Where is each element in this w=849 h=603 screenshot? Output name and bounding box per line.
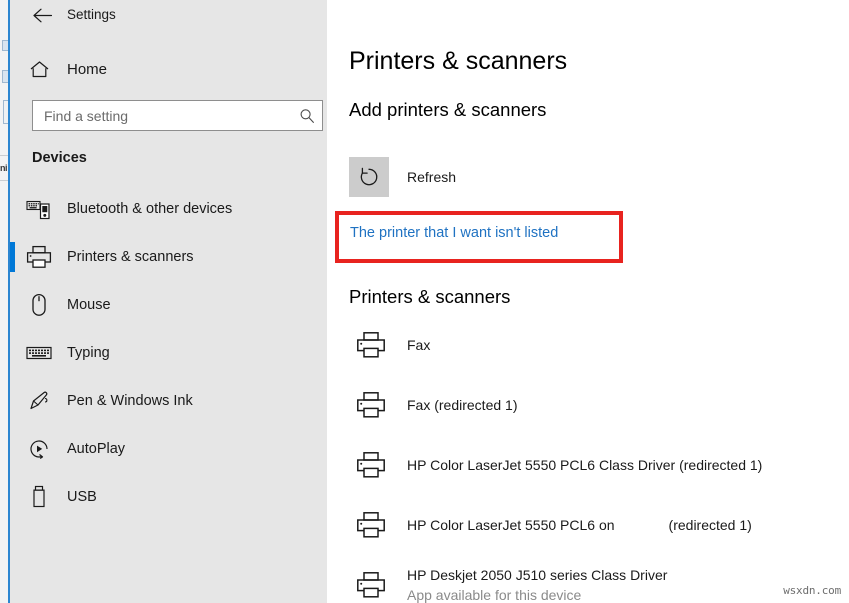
background-text: ni: [0, 163, 7, 173]
printer-name-suffix: (redirected 1): [669, 517, 752, 533]
list-item-text: HP Color LaserJet 5550 PCL6 Class Driver…: [407, 457, 762, 473]
printer-icon: [349, 505, 393, 545]
pen-icon: [22, 384, 56, 418]
search-box[interactable]: [32, 100, 323, 131]
printer-status: App available for this device: [407, 587, 667, 603]
sidebar-item-label: Mouse: [67, 297, 111, 313]
usb-icon: [22, 480, 56, 514]
printer-icon: [349, 565, 393, 603]
printer-name: Fax (redirected 1): [407, 397, 517, 413]
home-icon: [22, 52, 56, 86]
list-item[interactable]: HP Deskjet 2050 J510 series Class Driver…: [349, 555, 849, 603]
printers-list-heading: Printers & scanners: [349, 286, 510, 308]
list-item[interactable]: HP Color LaserJet 5550 PCL6 Class Driver…: [349, 435, 849, 495]
sidebar-item-home[interactable]: Home: [22, 52, 315, 86]
printer-name: HP Color LaserJet 5550 PCL6 Class Driver…: [407, 457, 762, 473]
sidebar-item-label: USB: [67, 489, 97, 505]
search-input[interactable]: [33, 102, 292, 129]
printers-list: Fax Fax (redirected 1): [349, 315, 849, 603]
sidebar-item-label: Printers & scanners: [67, 249, 194, 265]
add-section-heading: Add printers & scanners: [349, 99, 546, 121]
selection-accent: [10, 482, 15, 512]
refresh-button[interactable]: Refresh: [349, 157, 456, 197]
sidebar-item-bluetooth-other-devices[interactable]: Bluetooth & other devices: [10, 185, 327, 233]
sidebar-item-printers-scanners[interactable]: Printers & scanners: [10, 233, 327, 281]
sidebar-item-label: Pen & Windows Ink: [67, 393, 193, 409]
printer-icon: [22, 240, 56, 274]
list-item[interactable]: HP Color LaserJet 5550 PCL6 on (redirecte…: [349, 495, 849, 555]
autoplay-icon: [22, 432, 56, 466]
sidebar-item-mouse[interactable]: Mouse: [10, 281, 327, 329]
sidebar-item-autoplay[interactable]: AutoPlay: [10, 425, 327, 473]
selection-accent: [10, 290, 15, 320]
selection-accent: [10, 242, 15, 272]
printer-icon: [349, 325, 393, 365]
printer-name: HP Deskjet 2050 J510 series Class Driver: [407, 567, 667, 583]
list-item[interactable]: Fax (redirected 1): [349, 375, 849, 435]
selection-accent: [10, 386, 15, 416]
selection-accent: [10, 194, 15, 224]
window-title: Settings: [67, 4, 116, 26]
sidebar-nav-list: Bluetooth & other devices Printers & sca…: [10, 185, 327, 521]
selection-accent: [10, 338, 15, 368]
refresh-icon: [349, 157, 389, 197]
sidebar-item-usb[interactable]: USB: [10, 473, 327, 521]
title-bar: Settings: [10, 0, 327, 30]
watermark: wsxdn.com: [783, 584, 841, 597]
bluetooth-devices-icon: [22, 192, 56, 226]
printer-name-main: HP Color LaserJet 5550 PCL6 on: [407, 517, 615, 533]
main-content: Printers & scanners Add printers & scann…: [327, 0, 849, 603]
settings-window: ni Settings Home: [0, 0, 849, 603]
page-title: Printers & scanners: [349, 47, 567, 76]
list-item-text: Fax: [407, 337, 430, 353]
back-arrow-icon[interactable]: [30, 4, 54, 26]
search-icon[interactable]: [292, 108, 322, 124]
sidebar-item-pen-windows-ink[interactable]: Pen & Windows Ink: [10, 377, 327, 425]
list-item-text: HP Color LaserJet 5550 PCL6 on (redirecte…: [407, 517, 752, 533]
printer-name: HP Color LaserJet 5550 PCL6 on (redirecte…: [407, 517, 752, 533]
keyboard-icon: [22, 336, 56, 370]
sidebar-item-label: Bluetooth & other devices: [67, 201, 232, 217]
printer-icon: [349, 385, 393, 425]
sidebar-item-label: AutoPlay: [67, 441, 125, 457]
refresh-label: Refresh: [407, 169, 456, 185]
printer-icon: [349, 445, 393, 485]
sidebar: Settings Home Devices: [10, 0, 327, 603]
desktop-background-strip: ni: [0, 0, 8, 603]
printer-name: Fax: [407, 337, 430, 353]
sidebar-section-heading: Devices: [32, 150, 87, 166]
printer-not-listed-link[interactable]: The printer that I want isn't listed: [350, 225, 558, 241]
mouse-icon: [22, 288, 56, 322]
selection-accent: [10, 434, 15, 464]
sidebar-item-home-label: Home: [67, 61, 107, 78]
list-item[interactable]: Fax: [349, 315, 849, 375]
list-item-text: HP Deskjet 2050 J510 series Class Driver…: [407, 567, 667, 603]
sidebar-item-label: Typing: [67, 345, 110, 361]
sidebar-item-typing[interactable]: Typing: [10, 329, 327, 377]
list-item-text: Fax (redirected 1): [407, 397, 517, 413]
